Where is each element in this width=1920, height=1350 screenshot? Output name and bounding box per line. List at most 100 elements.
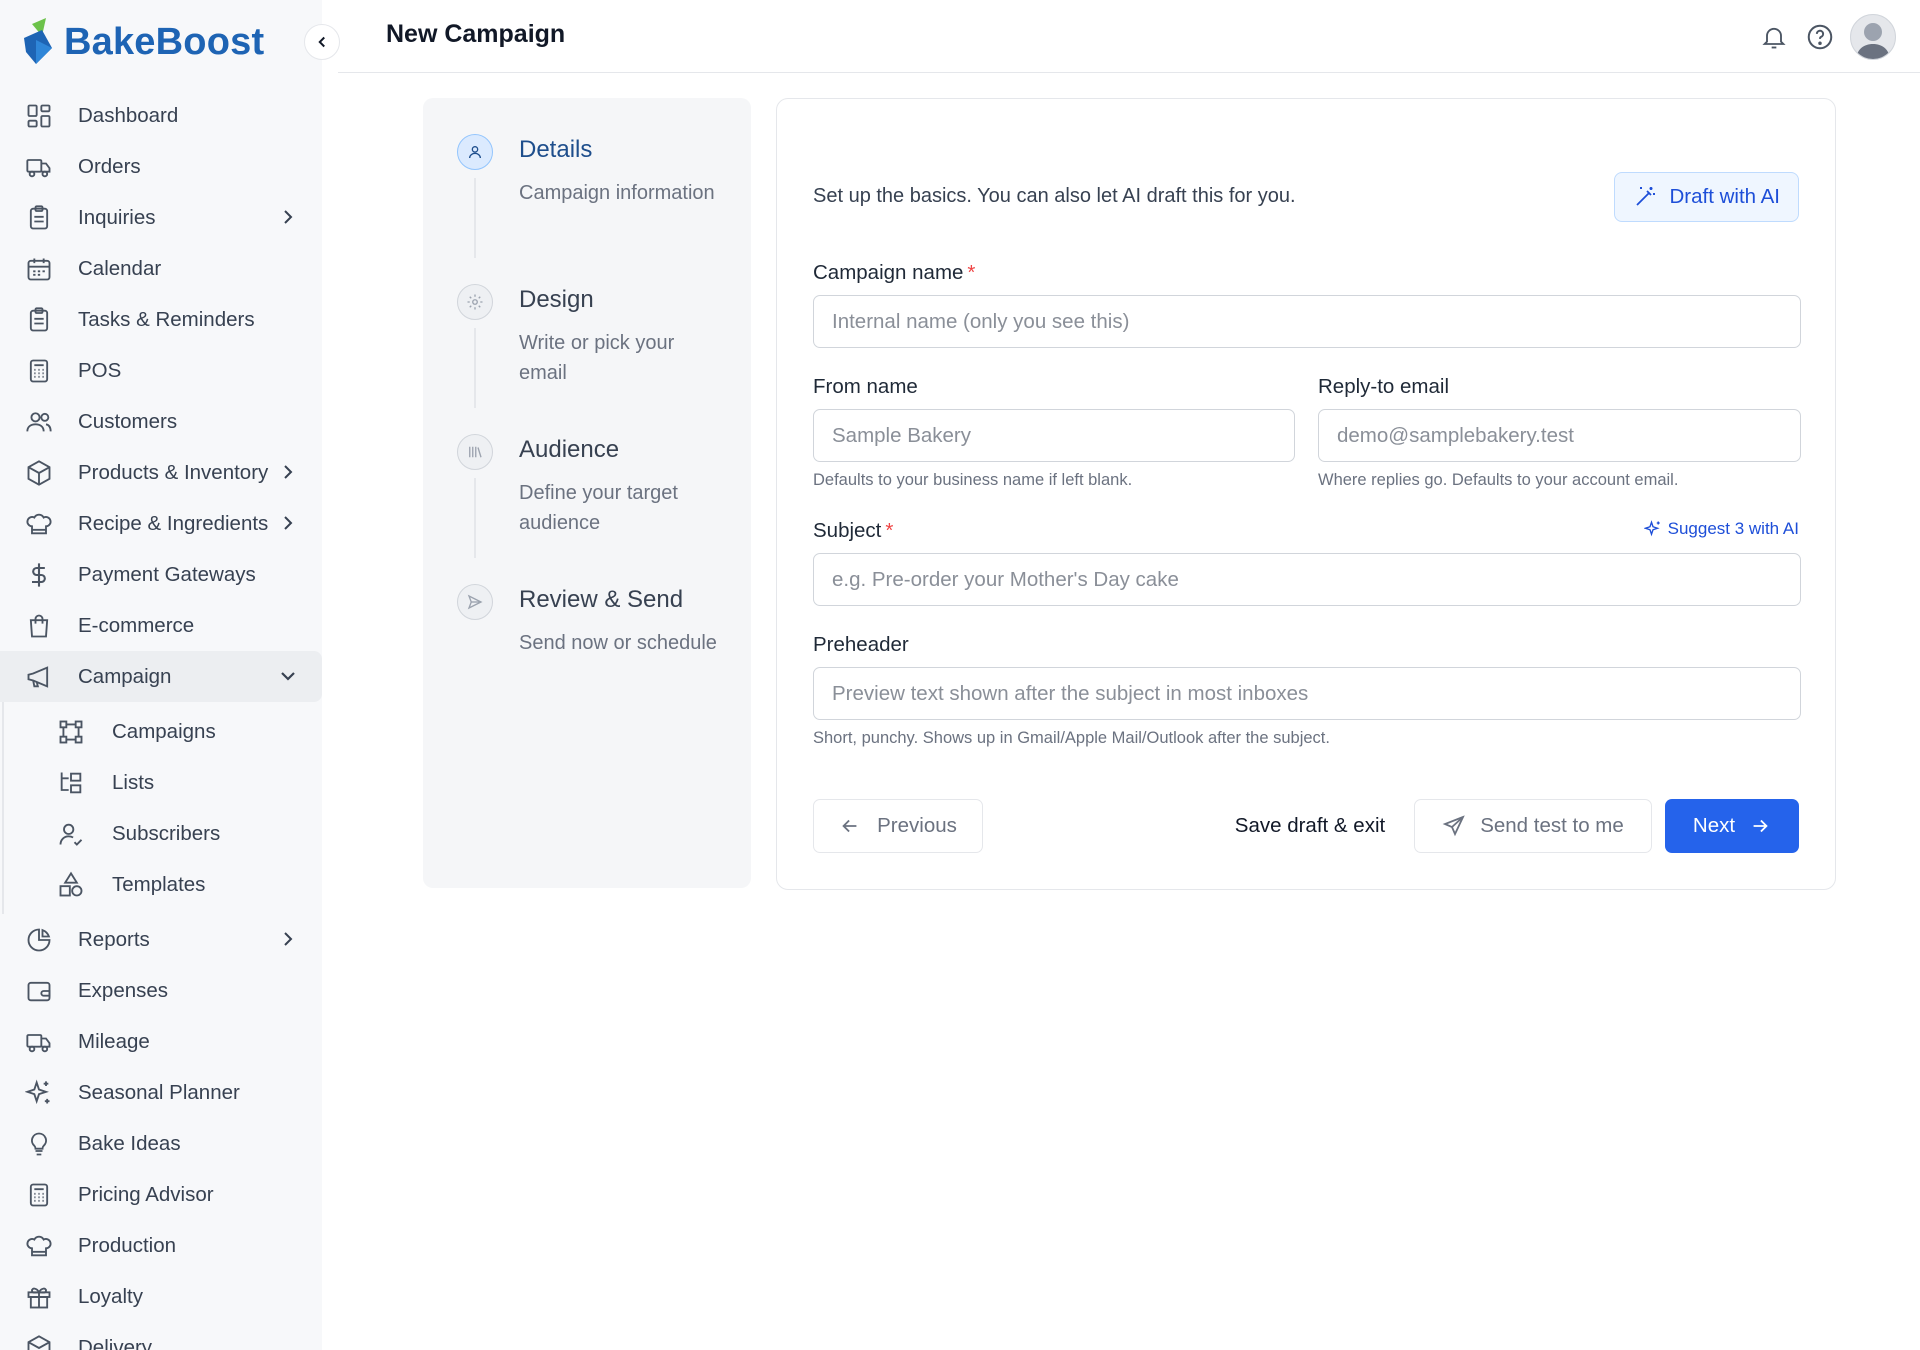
subject-label-text: Subject (813, 519, 882, 542)
sidebar-item-reports[interactable]: Reports (0, 914, 322, 965)
sidebar-item-lists[interactable]: Lists (0, 757, 322, 808)
sidebar-item-templates[interactable]: Templates (0, 859, 322, 910)
next-button[interactable]: Next (1665, 799, 1799, 853)
save-draft-label: Save draft & exit (1234, 814, 1386, 837)
calendar-icon (24, 254, 54, 284)
sidebar-item-ecommerce[interactable]: E-commerce (0, 600, 322, 651)
sidebar: BakeBoost Dashboard Orders Inquiries Cal… (0, 0, 322, 1350)
from-name-label: From name (813, 375, 918, 398)
sidebar-item-label: Lists (112, 770, 155, 794)
sidebar-item-label: Reports (78, 927, 150, 951)
lightbulb-icon (24, 1129, 54, 1159)
sparkles-icon (1643, 520, 1660, 537)
sidebar-item-label: Calendar (78, 256, 162, 280)
sidebar-item-expenses[interactable]: Expenses (0, 965, 322, 1016)
campaign-name-input[interactable] (813, 295, 1801, 348)
suggest-subjects-ai-link[interactable]: Suggest 3 with AI (1643, 519, 1799, 539)
sidebar-item-recipe[interactable]: Recipe & Ingredients (0, 498, 322, 549)
sidebar-item-customers[interactable]: Customers (0, 396, 322, 447)
sidebar-item-campaigns[interactable]: Campaigns (0, 706, 322, 757)
help-icon[interactable] (1804, 21, 1836, 53)
sidebar-item-dashboard[interactable]: Dashboard (0, 90, 322, 141)
arrow-left-icon (842, 819, 857, 833)
truck-icon (24, 152, 54, 182)
dollar-icon (24, 560, 54, 590)
sidebar-item-label: Inquiries (78, 205, 156, 229)
user-avatar-icon (1856, 23, 1890, 59)
sidebar-item-pos[interactable]: POS (0, 345, 322, 396)
gift-icon (24, 1282, 54, 1312)
draft-with-ai-button[interactable]: Draft with AI (1614, 172, 1799, 222)
user-icon (457, 134, 493, 170)
sidebar-item-delivery[interactable]: Delivery (0, 1322, 322, 1350)
users-icon (24, 407, 54, 437)
avatar[interactable] (1850, 14, 1896, 60)
sidebar-item-label: Tasks & Reminders (78, 307, 255, 331)
step-title: Details (519, 136, 593, 163)
wizard-stepper: Details Campaign information Design Writ… (423, 98, 751, 888)
sidebar-item-label: Bake Ideas (78, 1131, 181, 1155)
next-label: Next (1692, 814, 1736, 837)
sidebar-item-products[interactable]: Products & Inventory (0, 447, 322, 498)
sidebar-item-label: Subscribers (112, 821, 221, 845)
chevron-left-icon (318, 36, 325, 48)
chevron-right-icon (284, 516, 293, 530)
chevron-down-icon (281, 672, 295, 681)
bell-icon[interactable] (1758, 21, 1790, 53)
sidebar-item-label: Production (78, 1233, 177, 1257)
save-draft-exit-button[interactable]: Save draft & exit (1213, 799, 1407, 853)
reply-to-hint: Where replies go. Defaults to your accou… (1318, 471, 1679, 489)
shapes-icon (56, 870, 86, 900)
brand[interactable]: BakeBoost (22, 16, 264, 68)
user-check-icon (56, 819, 86, 849)
send-test-button[interactable]: Send test to me (1414, 799, 1652, 853)
sidebar-item-payment-gateways[interactable]: Payment Gateways (0, 549, 322, 600)
from-name-input[interactable] (813, 409, 1295, 462)
step-connector (474, 478, 476, 558)
step-connector (474, 178, 476, 258)
sidebar-item-label: Loyalty (78, 1284, 143, 1308)
step-description: Send now or schedule (519, 632, 717, 654)
bakeboost-logo-icon (24, 18, 52, 64)
form-intro: Set up the basics. You can also let AI d… (813, 185, 1296, 207)
arrow-right-icon (1753, 819, 1768, 833)
chef-hat-icon (24, 1231, 54, 1261)
topbar: New Campaign (338, 0, 1920, 73)
sidebar-item-pricing-advisor[interactable]: Pricing Advisor (0, 1169, 322, 1220)
step-title: Review & Send (519, 586, 684, 613)
sidebar-item-seasonal-planner[interactable]: Seasonal Planner (0, 1067, 322, 1118)
chevron-right-icon (284, 210, 293, 224)
topbar-actions (1758, 14, 1896, 60)
sidebar-item-label: Payment Gateways (78, 562, 256, 586)
sidebar-item-label: Products & Inventory (78, 460, 269, 484)
step-title: Design (519, 286, 594, 313)
collapse-sidebar-button[interactable] (304, 24, 340, 60)
step-description: Define your target audience (519, 482, 678, 534)
sidebar-item-loyalty[interactable]: Loyalty (0, 1271, 322, 1322)
sidebar-item-calendar[interactable]: Calendar (0, 243, 322, 294)
sidebar-item-subscribers[interactable]: Subscribers (0, 808, 322, 859)
previous-button[interactable]: Previous (813, 799, 983, 853)
preheader-input[interactable] (813, 667, 1801, 720)
draft-with-ai-label: Draft with AI (1669, 185, 1780, 208)
reply-to-email-input[interactable] (1318, 409, 1801, 462)
shopping-bag-icon (24, 611, 54, 641)
sidebar-item-tasks[interactable]: Tasks & Reminders (0, 294, 322, 345)
required-asterisk: * (967, 261, 976, 284)
preheader-hint: Short, punchy. Shows up in Gmail/Apple M… (813, 729, 1330, 747)
wallet-icon (24, 976, 54, 1006)
sidebar-item-label: Mileage (78, 1029, 150, 1053)
sidebar-item-campaign[interactable]: Campaign (0, 651, 322, 702)
sidebar-item-mileage[interactable]: Mileage (0, 1016, 322, 1067)
campaign-submenu: Campaigns Lists Subscribers Templates (0, 702, 322, 914)
send-icon (1442, 815, 1465, 837)
sidebar-item-inquiries[interactable]: Inquiries (0, 192, 322, 243)
sidebar-item-orders[interactable]: Orders (0, 141, 322, 192)
sidebar-item-label: Delivery (78, 1335, 153, 1350)
sidebar-item-production[interactable]: Production (0, 1220, 322, 1271)
truck-icon (24, 1027, 54, 1057)
sidebar-item-bake-ideas[interactable]: Bake Ideas (0, 1118, 322, 1169)
calculator-icon (24, 1180, 54, 1210)
suggest-label: Suggest 3 with AI (1667, 519, 1799, 538)
subject-input[interactable] (813, 553, 1801, 606)
